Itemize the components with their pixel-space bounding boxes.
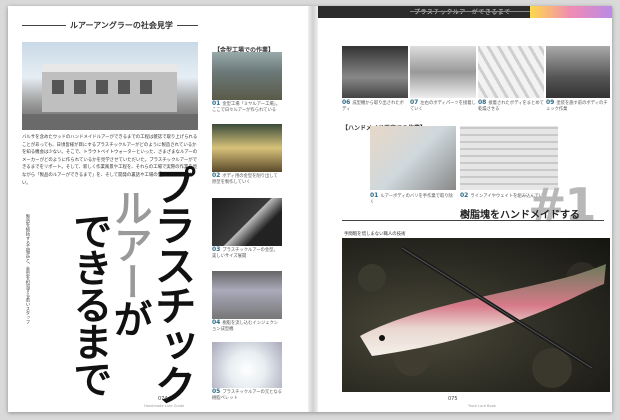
- series-title: ルアーアングラーの社会見学: [22, 20, 198, 37]
- step-photo-04: [212, 271, 282, 319]
- process-photo-07: [410, 46, 476, 98]
- workshop-caption-01: 01 ルアーボディのバリを手作業で取り除く: [370, 192, 453, 205]
- process-caption-06: 06 成型機から取り出されたボディ: [342, 99, 404, 112]
- lure-banner-image: [530, 6, 612, 18]
- section2-title: 樹脂塊をハンドメイドする: [460, 210, 580, 221]
- step-caption-04: 04 樹脂を流し込むインジェクション成型機: [212, 319, 279, 332]
- headline-line1: プラスチック: [148, 164, 197, 404]
- section-number: #1: [528, 178, 597, 232]
- headline-highlight: ルアー: [107, 188, 152, 299]
- workshop-photo-01: [370, 126, 456, 190]
- step-photo-02: [212, 124, 282, 172]
- step-photo-03: [212, 198, 282, 246]
- process-caption-07: 07 左右のボディパーツを接着していく: [410, 99, 476, 112]
- process-photo-08: [478, 46, 544, 98]
- factory-photo: [22, 42, 198, 130]
- step-caption-01: 01 金型工場「ミヤルアー工場」。ここで日々ルアーが作られている: [212, 100, 281, 113]
- step-caption-02: 02 ボディ用の金型を削り出して原型を製作していく: [212, 172, 278, 185]
- headline-line3: できるまで: [67, 211, 112, 396]
- folio-right: 075: [448, 396, 458, 402]
- step-photo-01: [212, 52, 282, 100]
- folio-right-sub: Trout Lure Book: [468, 404, 497, 408]
- top-header-strip: プラスチックルアーができるまで: [318, 6, 612, 18]
- folio-left-sub: Handmade Lure Guide: [144, 404, 185, 408]
- headline-line2: ルアーが: [107, 188, 152, 336]
- magazine-spread: プラスチックルアーができるまで ルアーアングラーの社会見学 バルサを含めたウッド…: [8, 6, 612, 412]
- step-caption-05: 05 プラスチックルアーの元となる樹脂ペレット: [212, 388, 282, 401]
- step-photo-05: [212, 342, 282, 388]
- process-photo-06: [342, 46, 408, 98]
- page-gutter: [308, 6, 318, 412]
- process-caption-08: 08 接着されたボディをまとめて乾燥させる: [478, 99, 544, 112]
- trout-illustration: [358, 246, 606, 388]
- section2-subcaption: 手間暇を惜しまない職人の技術: [344, 232, 406, 237]
- trout-photo: [342, 238, 610, 392]
- process-caption-09: 09 塗装を施す前のボディのチェック作業: [546, 99, 608, 112]
- side-caption: 製造を統括する工場長と、金型を担当する若いスタッフ: [25, 214, 30, 324]
- step-caption-03: 03 プラスチックルアーの金型。美しいサイズ展開: [212, 246, 278, 259]
- folio-left: 074: [158, 396, 168, 402]
- process-photo-09: [546, 46, 610, 98]
